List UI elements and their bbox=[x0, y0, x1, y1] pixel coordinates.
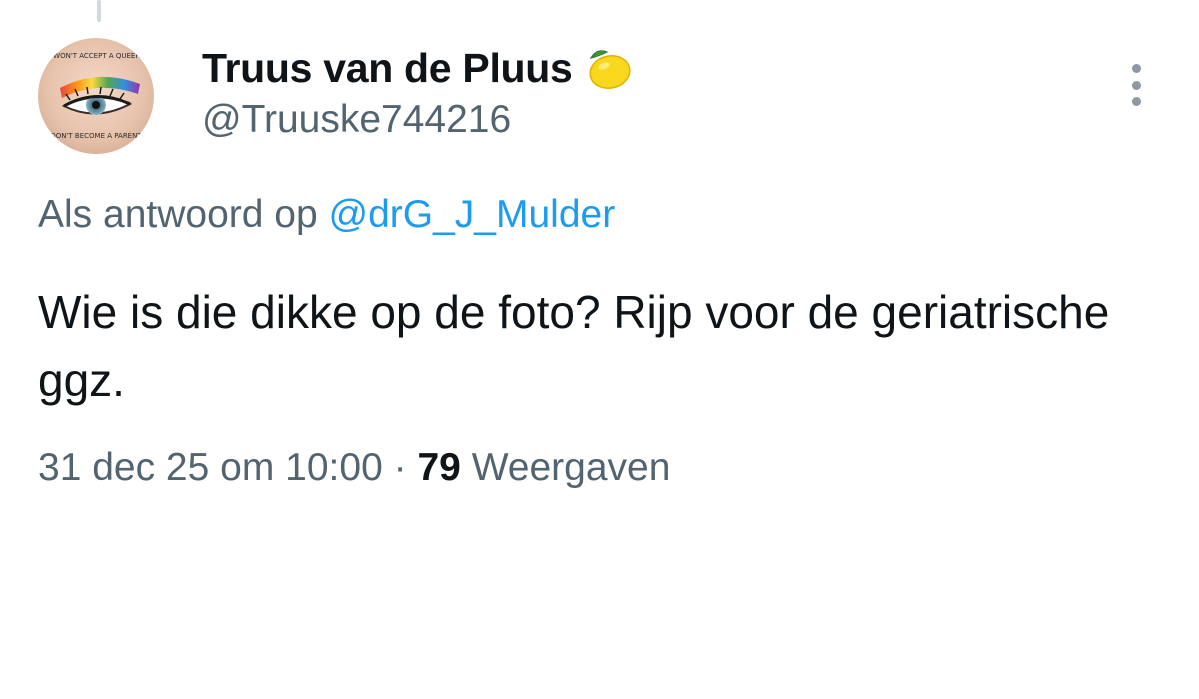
dot bbox=[1131, 64, 1141, 73]
views-count[interactable]: 79 bbox=[417, 446, 460, 489]
author-handle[interactable]: @Truuske744216 bbox=[202, 98, 511, 142]
reply-context: Als antwoord op @drG_J_Mulder bbox=[38, 193, 615, 237]
avatar-caption-top: IF YOU WON'T ACCEPT A QUEER CHILD bbox=[38, 52, 154, 60]
views-label[interactable]: Weergaven bbox=[472, 446, 671, 489]
avatar-image: IF YOU WON'T ACCEPT A QUEER CHILD DON'T … bbox=[38, 38, 154, 154]
tweet-meta: 31 dec 25 om 10:00 · 79 Weergaven bbox=[38, 446, 670, 490]
author-name-row[interactable]: Truus van de Pluus bbox=[202, 42, 633, 94]
more-dots-icon[interactable] bbox=[1120, 60, 1152, 110]
display-name[interactable]: Truus van de Pluus bbox=[202, 45, 573, 92]
avatar[interactable]: IF YOU WON'T ACCEPT A QUEER CHILD DON'T … bbox=[38, 38, 154, 154]
timestamp[interactable]: 31 dec 25 om 10:00 bbox=[38, 446, 383, 489]
reply-prefix: Als antwoord op bbox=[38, 193, 318, 236]
dot bbox=[1131, 97, 1141, 106]
dot bbox=[1131, 80, 1141, 90]
tweet-text: Wie is die dikke op de foto? Rijp voor d… bbox=[38, 286, 1110, 406]
thread-connector-line bbox=[97, 0, 101, 22]
reply-to-mention[interactable]: @drG_J_Mulder bbox=[329, 193, 616, 236]
avatar-caption-bottom: DON'T BECOME A PARENT bbox=[50, 132, 142, 140]
meta-separator: · bbox=[393, 446, 407, 489]
lemon-icon bbox=[581, 44, 633, 92]
